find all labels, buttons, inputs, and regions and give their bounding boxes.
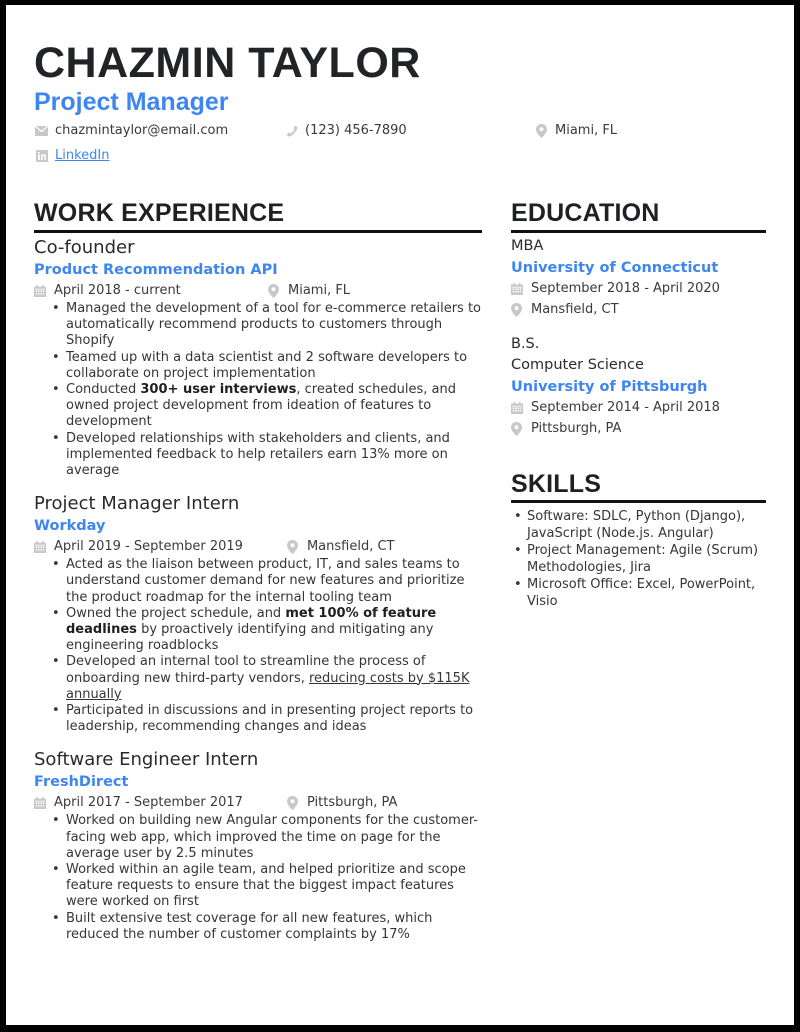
job-location: Miami, FL — [288, 283, 351, 298]
map-pin-icon — [286, 796, 300, 811]
education-list: MBA University of Connecticut September 20… — [511, 236, 771, 453]
job-bullets: Managed the development of a tool for e-… — [48, 301, 486, 479]
degree: MBA — [511, 238, 544, 254]
job-dates: April 2017 - September 2017 — [54, 795, 243, 811]
job-role: Software Engineer Intern — [34, 749, 259, 771]
calendar-icon — [511, 283, 524, 296]
job-meta: April 2018 - current Miami, FL — [34, 281, 486, 301]
work-experience-heading: WORK EXPERIENCE — [34, 199, 285, 227]
bullet-item: Acted as the liaison between product, IT… — [48, 557, 486, 606]
map-pin-icon — [535, 124, 548, 138]
bullet-text: Developed relationships with stakeholder… — [66, 430, 450, 479]
education-location-row: Pittsburgh, PA — [511, 419, 771, 440]
bullet-item: Conducted 300+ user interviews, created … — [48, 382, 486, 431]
location-text: Miami, FL — [555, 123, 618, 138]
skill-item: Microsoft Office: Excel, PowerPoint, Vis… — [511, 577, 773, 610]
bullet-text: Conducted — [66, 382, 141, 398]
skills-list: Software: SDLC, Python (Django), JavaScr… — [511, 509, 773, 610]
map-pin-icon — [511, 302, 524, 317]
bullet-text: Worked on building new Angular component… — [66, 813, 479, 861]
resume-page: CHAZMIN TAYLOR Project Manager chazminta… — [6, 5, 794, 1025]
candidate-title: Project Manager — [34, 88, 229, 116]
bullet-highlight: 300+ user interviews — [140, 382, 297, 398]
job-entry: Co-founder Product Recommendation API Apri… — [34, 237, 486, 479]
job-location: Pittsburgh, PA — [306, 795, 398, 811]
education-divider — [511, 230, 766, 233]
job-location: Mansfield, CT — [306, 539, 395, 555]
bullet-item: Worked within an agile team, and helped … — [48, 862, 486, 911]
school-name: University of Connecticut — [511, 260, 719, 276]
education-entry: B.S. Computer Science University of Pittsb… — [511, 334, 771, 439]
education-location: Mansfield, CT — [531, 301, 619, 317]
map-pin-icon — [286, 540, 300, 555]
job-role: Co-founder — [34, 237, 135, 258]
field-of-study: Computer Science — [511, 357, 644, 373]
linkedin-link[interactable]: LinkedIn — [55, 147, 109, 165]
job-company: Product Recommendation API — [34, 262, 278, 278]
bullet-text: Built extensive test coverage for all ne… — [66, 910, 433, 942]
job-entry: Project Manager Intern Workday April 2019 … — [34, 493, 486, 735]
calendar-icon — [34, 797, 47, 810]
bullet-item: Worked on building new Angular component… — [48, 813, 486, 862]
education-dates-row: September 2018 - April 2020 — [511, 279, 771, 300]
skills-section: Software: SDLC, Python (Django), JavaScr… — [511, 509, 773, 611]
education-dates: September 2018 - April 2020 — [531, 281, 720, 296]
skills-heading: SKILLS — [511, 470, 602, 498]
education-heading: EDUCATION — [511, 199, 660, 227]
contact-linkedin: LinkedIn — [35, 147, 109, 165]
contact-location: Miami, FL — [535, 122, 617, 140]
bullet-item: Owned the project schedule, and met 100%… — [48, 606, 486, 655]
calendar-icon — [34, 541, 47, 554]
job-company: FreshDirect — [34, 774, 129, 791]
bullet-item: Developed relationships with stakeholder… — [48, 431, 486, 480]
job-meta: April 2019 - September 2019 Mansfield, CT — [34, 537, 486, 557]
job-dates: April 2019 - September 2019 — [54, 539, 243, 555]
bullet-item: Participated in discussions and in prese… — [48, 703, 486, 735]
work-divider — [34, 230, 482, 233]
bullet-text: Participated in discussions and in prese… — [66, 703, 474, 735]
job-entry: Software Engineer Intern FreshDirect April… — [34, 749, 486, 943]
bullet-item: Built extensive test coverage for all ne… — [48, 911, 486, 943]
bullet-text: Acted as the liaison between product, IT… — [66, 557, 465, 605]
education-location: Pittsburgh, PA — [531, 420, 622, 436]
bullet-text: Owned the project schedule, and — [66, 605, 286, 621]
degree: B.S. — [511, 336, 540, 352]
job-bullets: Acted as the liaison between product, IT… — [48, 557, 486, 735]
contact-phone: (123) 456-7890 — [285, 122, 407, 140]
linkedin-icon — [35, 150, 48, 163]
bullet-text: Managed the development of a tool for e-… — [66, 301, 481, 349]
bullet-text: Worked within an agile team, and helped … — [66, 862, 466, 910]
bullet-text: Teamed up with a data scientist and 2 so… — [66, 349, 468, 381]
skills-divider — [511, 500, 766, 503]
education-dates-row: September 2014 - April 2018 — [511, 398, 771, 419]
calendar-icon — [34, 285, 47, 298]
map-pin-icon — [268, 284, 281, 298]
bullet-item: Teamed up with a data scientist and 2 so… — [48, 350, 486, 382]
school-name: University of Pittsburgh — [511, 379, 708, 395]
job-company: Workday — [34, 518, 106, 535]
phone-text: (123) 456-7890 — [305, 123, 407, 138]
skill-item: Software: SDLC, Python (Django), JavaScr… — [511, 509, 773, 542]
bullet-item: Managed the development of a tool for e-… — [48, 301, 486, 350]
job-bullets: Worked on building new Angular component… — [48, 813, 486, 943]
work-experience-list: Co-founder Product Recommendation API Apri… — [34, 237, 486, 957]
skill-item: Project Management: Agile (Scrum) Method… — [511, 543, 773, 576]
email-text: chazmintaylor@email.com — [55, 123, 229, 138]
bullet-item: Developed an internal tool to streamline… — [48, 654, 486, 703]
contact-email: chazmintaylor@email.com — [35, 122, 228, 140]
envelope-icon — [35, 125, 48, 138]
candidate-name: CHAZMIN TAYLOR — [34, 39, 421, 87]
map-pin-icon — [511, 421, 524, 436]
job-meta: April 2017 - September 2017 Pittsburgh, P… — [34, 793, 486, 813]
phone-icon — [285, 125, 298, 138]
calendar-icon — [511, 402, 524, 415]
job-dates: April 2018 - current — [54, 283, 181, 298]
education-location-row: Mansfield, CT — [511, 300, 771, 321]
education-entry: MBA University of Connecticut September 20… — [511, 236, 771, 320]
education-dates: September 2014 - April 2018 — [531, 400, 720, 415]
job-role: Project Manager Intern — [34, 493, 240, 515]
